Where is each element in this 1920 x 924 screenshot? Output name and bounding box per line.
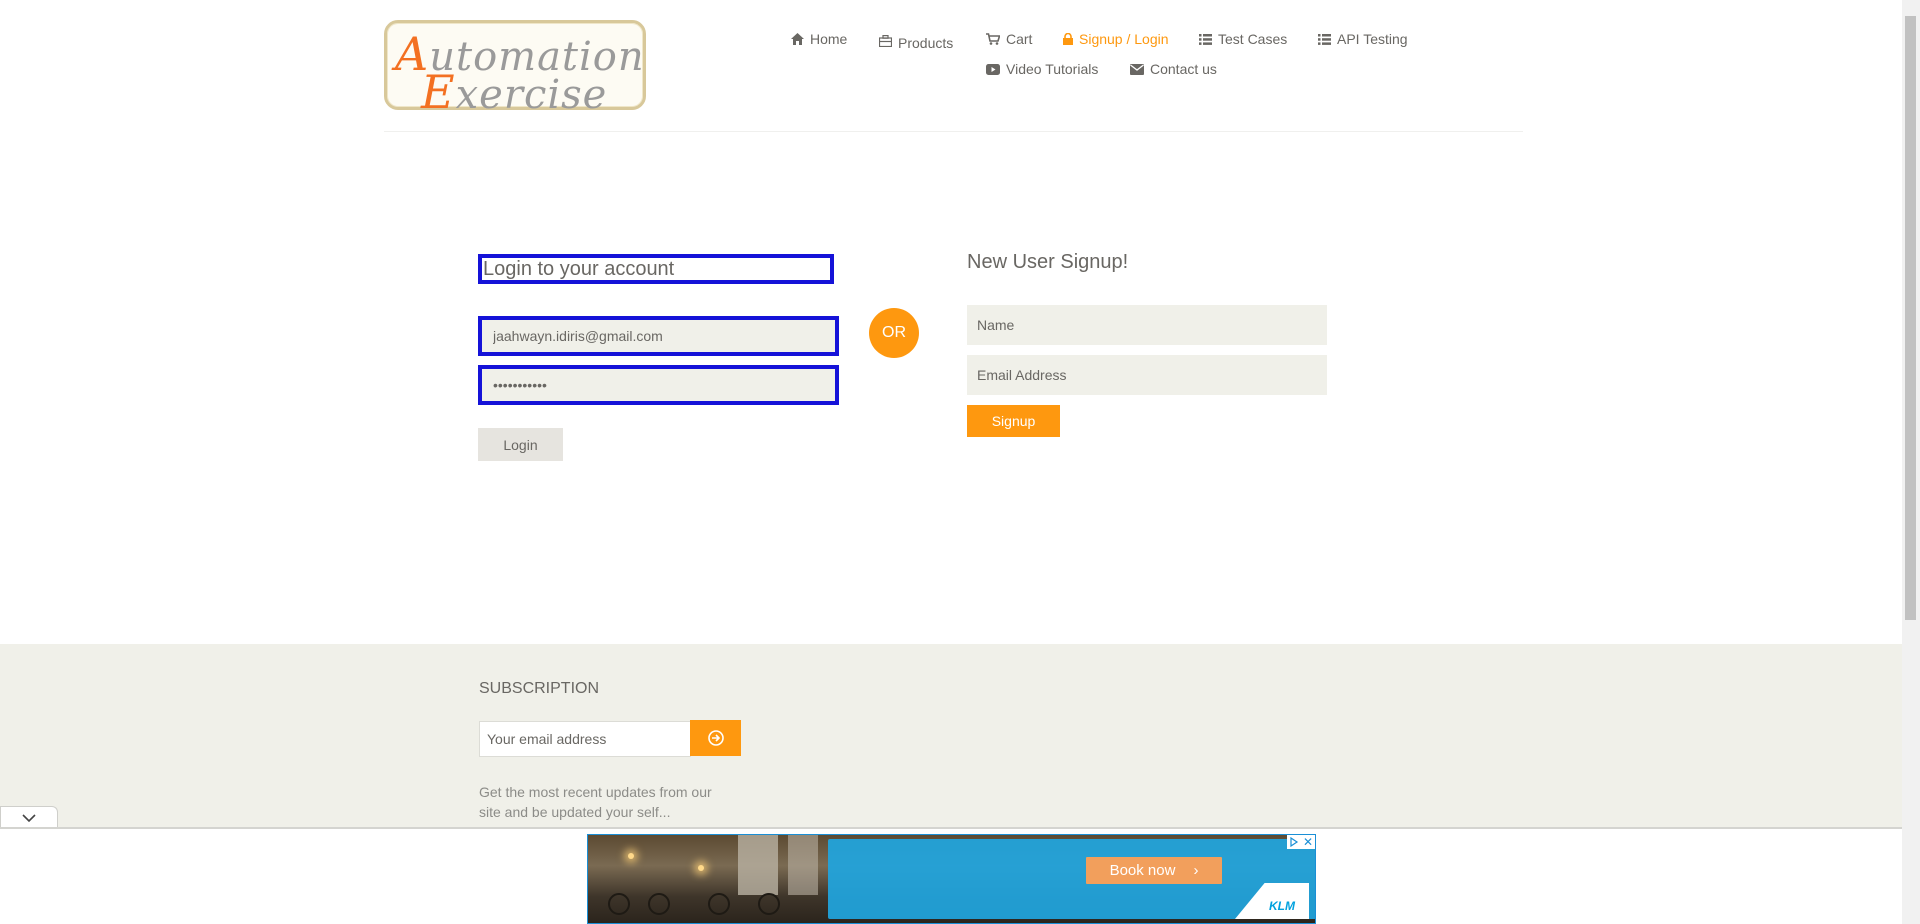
login-form-title: Login to your account <box>478 254 834 284</box>
lock-icon <box>1063 33 1073 45</box>
site-logo[interactable]: Automation Exercise <box>384 20 646 119</box>
subscription-description: Get the most recent updates from our sit… <box>479 784 712 820</box>
briefcase-icon <box>879 35 892 47</box>
nav-signup-login[interactable]: Signup / Login <box>1063 31 1169 47</box>
nav-home-label: Home <box>810 31 848 47</box>
subscribe-button[interactable] <box>690 720 741 756</box>
chevron-down-icon <box>22 813 36 822</box>
subscription-title: SUBSCRIPTION <box>479 680 600 697</box>
signup-email-input[interactable] <box>967 355 1327 395</box>
nav-products[interactable]: Products <box>879 31 953 51</box>
nav-products-label: Products <box>898 35 954 51</box>
home-icon <box>791 33 804 45</box>
adchoices-icon[interactable] <box>1287 835 1301 849</box>
ad-bicycle-wheel <box>758 893 780 915</box>
nav-test-cases-label: Test Cases <box>1218 31 1288 47</box>
nav-cart[interactable]: Cart <box>986 31 1032 47</box>
logo-line-2: Exercise <box>421 65 608 119</box>
chevron-right-icon: › <box>1193 862 1199 879</box>
ad-bicycle-wheel <box>708 893 730 915</box>
nav-api-testing[interactable]: API Testing <box>1318 31 1408 47</box>
ad-bicycle-wheel <box>608 893 630 915</box>
cart-icon <box>986 33 1000 45</box>
nav-video-tutorials[interactable]: Video Tutorials <box>986 61 1098 77</box>
arrow-circle-right-icon <box>707 730 724 746</box>
login-button[interactable]: Login <box>478 428 563 461</box>
nav-video-tutorials-label: Video Tutorials <box>1006 61 1099 77</box>
nav-cart-label: Cart <box>1006 31 1033 47</box>
login-email-input[interactable] <box>478 316 839 356</box>
list-icon <box>1199 33 1212 45</box>
ad-book-now-button[interactable]: Book now › <box>1086 857 1222 884</box>
nav-test-cases[interactable]: Test Cases <box>1199 31 1287 47</box>
list-icon <box>1318 33 1331 45</box>
ad-building <box>788 835 818 895</box>
youtube-icon <box>986 63 1000 75</box>
nav-contact-us[interactable]: Contact us <box>1130 61 1217 77</box>
ad-book-now-label: Book now <box>1109 862 1176 879</box>
klm-logo: KLM <box>1269 899 1295 913</box>
ad-blue-panel <box>828 839 1315 919</box>
envelope-icon <box>1130 63 1144 75</box>
nav-contact-us-label: Contact us <box>1150 61 1217 77</box>
ad-close-icon[interactable]: ✕ <box>1301 835 1315 849</box>
login-password-input[interactable] <box>478 365 839 405</box>
ad-street-lamp <box>698 865 704 871</box>
ad-building <box>738 835 778 895</box>
ad-collapse-toggle[interactable] <box>0 806 58 829</box>
nav-signup-login-label: Signup / Login <box>1079 31 1169 47</box>
nav-home[interactable]: Home <box>791 31 847 47</box>
signup-form-title: New User Signup! <box>967 251 1129 273</box>
nav-api-testing-label: API Testing <box>1337 31 1408 47</box>
or-divider-badge: OR <box>869 308 919 358</box>
scrollbar-thumb[interactable] <box>1905 16 1916 620</box>
signup-name-input[interactable] <box>967 305 1327 345</box>
ad-bicycle-wheel <box>648 893 670 915</box>
ad-street-lamp <box>628 853 634 859</box>
signup-button[interactable]: Signup <box>967 405 1060 437</box>
header-divider <box>384 131 1523 132</box>
advertisement-banner[interactable]: Book now › KLM ✕ <box>587 834 1316 924</box>
subscription-email-input[interactable] <box>479 721 691 757</box>
